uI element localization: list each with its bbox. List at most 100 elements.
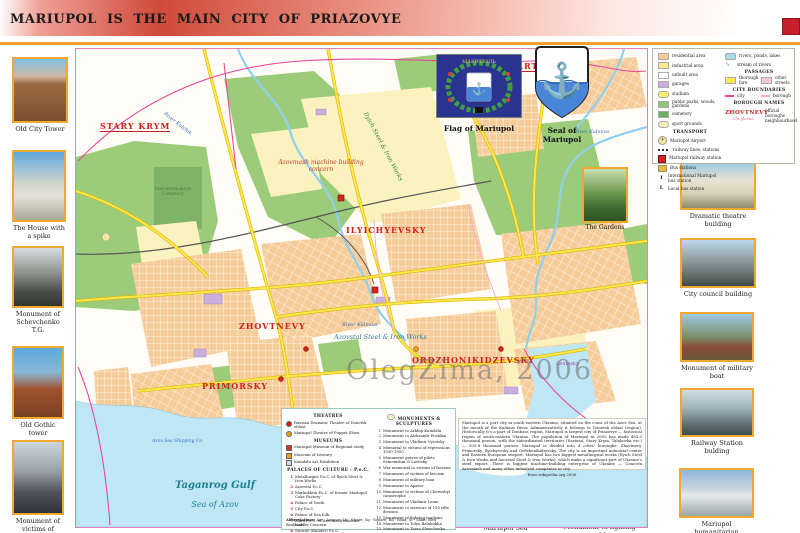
theatres-header: THEATRES — [286, 414, 370, 419]
legend-item-label: International Mariupol bus station — [668, 174, 722, 183]
legend-borough-header: BOROUGH NAMES — [725, 101, 793, 106]
palace-item: 8 Stroitel (Builder) P.o.C. — [286, 529, 370, 533]
flag-graphic: МАРІУПОЛЬ ⚓ — [436, 54, 522, 118]
svg-text:⚓: ⚓ — [541, 61, 583, 101]
palace-item: 3 Markokhim P.o.C. of former Mariupol Co… — [286, 491, 370, 500]
museum-icon — [286, 460, 292, 466]
theatre-label: Russian Dramatic Theatre of Donetsk obla… — [294, 421, 370, 430]
monument-item: 2 Monument to Aleksandr Pushkin — [374, 434, 454, 438]
monument-number: 10 — [374, 490, 381, 499]
title-banner: MARIUPOL IS THE MAIN CITY OF PRIAZOVYE — [0, 0, 800, 36]
theatre-icon — [286, 421, 292, 427]
museum-item: Kuindzhi Art Exhibition — [286, 460, 370, 466]
neighbourhood-note: neighbourhood — [765, 118, 797, 123]
transport-icon — [658, 149, 670, 151]
photo-military-boat-monument: Monument of military boat — [680, 312, 754, 380]
info-right-column: MONUMENTS & SCULPTURES 1 Monument to Ark… — [374, 412, 454, 533]
legend-item-label: stadium — [672, 92, 689, 96]
legend-swatch — [658, 111, 669, 118]
svg-text:МАРІУПОЛЬ: МАРІУПОЛЬ — [462, 59, 496, 65]
transport-icon — [658, 175, 665, 182]
legend-item: Mariupol Airport — [658, 136, 722, 145]
info-left-column: THEATRES Russian Dramatic Theatre of Don… — [286, 412, 370, 533]
flag-caption: Flag of Mariupol — [436, 122, 522, 133]
monument-label: Monument of Vladimir Lenin — [383, 500, 439, 504]
legend-borough-example: ZHOVTNEVY Cheglovka official boroughs ne… — [725, 108, 793, 124]
theatre-item: Mariupol Theatre of Puppet Show — [286, 431, 370, 437]
label-azovstal-works: Azovstal Steel & Iron Works — [334, 333, 427, 341]
photo-caption: Monument of Schevchenko T.G. — [12, 308, 64, 334]
legend-item: International Mariupol bus station — [658, 174, 722, 183]
photo-caption: Monument of victims of fascism — [12, 515, 64, 533]
legend-item: unbuilt area — [658, 72, 722, 79]
legend-item: railway lines, stations — [658, 148, 722, 152]
legend-swatch — [658, 62, 669, 69]
legend-swatch — [658, 81, 669, 88]
transport-icon — [658, 186, 665, 193]
legend-transport-header: TRANSPORT — [658, 130, 722, 135]
legend-item-label: Mariupol railway station — [669, 156, 721, 160]
monument-number: 5 — [374, 456, 381, 465]
legend-item-label: rivers, ponds, lakes — [739, 54, 780, 58]
monument-label: Monument of military boat — [383, 478, 435, 482]
monument-label: Monument to Aleksandr Pushkin — [383, 434, 446, 438]
monuments-list: 1 Monument to Arkhip Kuindzhi 2 Monument… — [374, 429, 454, 533]
museum-icon — [286, 453, 292, 459]
monument-label: Memorial to victims of repressions 1930-… — [383, 446, 454, 455]
legend-swatch — [658, 91, 669, 98]
photo-caption: Monument of military boat — [680, 362, 754, 380]
palace-item: 6 Palace of Sea folk — [286, 513, 370, 517]
monument-number: 2 — [374, 434, 381, 438]
museum-item: Mariupol Museum of Regional study — [286, 445, 370, 451]
district-label-primorsky: PRIMORSKY — [202, 381, 268, 391]
legend-boundaries-header: CITY BOUNDARIES — [725, 88, 793, 93]
monument-number: 6 — [374, 466, 381, 470]
borough-example-notes: official boroughs neighbourhood — [765, 108, 793, 124]
monument-item: 7 Monument of victims of fascism — [374, 472, 454, 476]
monument-number: 8 — [374, 478, 381, 482]
palace-label: Stroitel (Builder) P.o.C. — [295, 529, 339, 533]
legend-item: Mariupol railway station — [658, 155, 722, 163]
borough-boundary-swatch — [761, 95, 770, 97]
palace-number: 4 — [286, 501, 293, 505]
seal-graphic: ⚓ — [534, 46, 590, 120]
legend-passages-header: PASSAGES — [725, 70, 793, 75]
other-streets-swatch — [761, 77, 772, 84]
thoroughfare-swatch — [725, 77, 736, 84]
monument-number: 9 — [374, 484, 381, 488]
palace-number: 6 — [286, 513, 293, 517]
legend-item-label: borough — [773, 94, 791, 98]
house-with-spike-image — [12, 150, 66, 222]
legend-water-items: rivers, ponds, lakes stream of rivers — [725, 53, 793, 67]
monument-number: 11 — [374, 500, 381, 504]
photo-city-council: City council building — [680, 238, 756, 298]
legend-item: borough — [761, 94, 793, 98]
photo-caption: Dramatic theatre building — [680, 210, 756, 228]
monument-item: 5 Monument graves of pilots Semenishin &… — [374, 456, 454, 465]
legend-item-label: garages — [672, 82, 689, 86]
monument-item: 3 Monument to Vladimir Vysotsky — [374, 440, 454, 444]
legend-item: cemetery — [658, 111, 722, 118]
legend-item: sport grounds — [658, 121, 722, 128]
description-text: Mariupol is a port city in south-eastern… — [462, 421, 642, 472]
map-legend: residential area industrial area unbuilt… — [652, 48, 795, 164]
water-swatch — [725, 53, 736, 60]
palace-label: Azovstal P.o.C. — [295, 485, 323, 489]
military-boat-monument-image — [680, 312, 754, 362]
label-starokrymskoye-cemetery: Starokrymskoye Cemetery — [150, 187, 196, 198]
monument-item: 6 War memorial to victims of fascism — [374, 466, 454, 470]
city-boundary-swatch — [725, 95, 734, 97]
photo-old-city-tower: Old City Tower — [12, 57, 68, 133]
legend-right-column: rivers, ponds, lakes stream of rivers PA… — [725, 53, 793, 124]
legend-item-label: thorough fare — [739, 76, 759, 85]
theatre-item: Russian Dramatic Theatre of Donetsk obla… — [286, 421, 370, 430]
palace-item: 5 City P.o.C. — [286, 507, 370, 511]
legend-item: thorough fare — [725, 76, 757, 85]
theatre-icon — [286, 431, 292, 437]
museums-header: MUSEUMS — [286, 439, 370, 444]
photo-caption: The House with a spike — [12, 222, 66, 240]
legend-passages: thorough fare other streets — [725, 76, 793, 85]
photo-railway-station: Railway Station bulding — [680, 388, 754, 455]
museum-label: Museum of Literary — [294, 453, 332, 459]
monument-label: Monument to Vladimir Vysotsky — [383, 440, 445, 444]
